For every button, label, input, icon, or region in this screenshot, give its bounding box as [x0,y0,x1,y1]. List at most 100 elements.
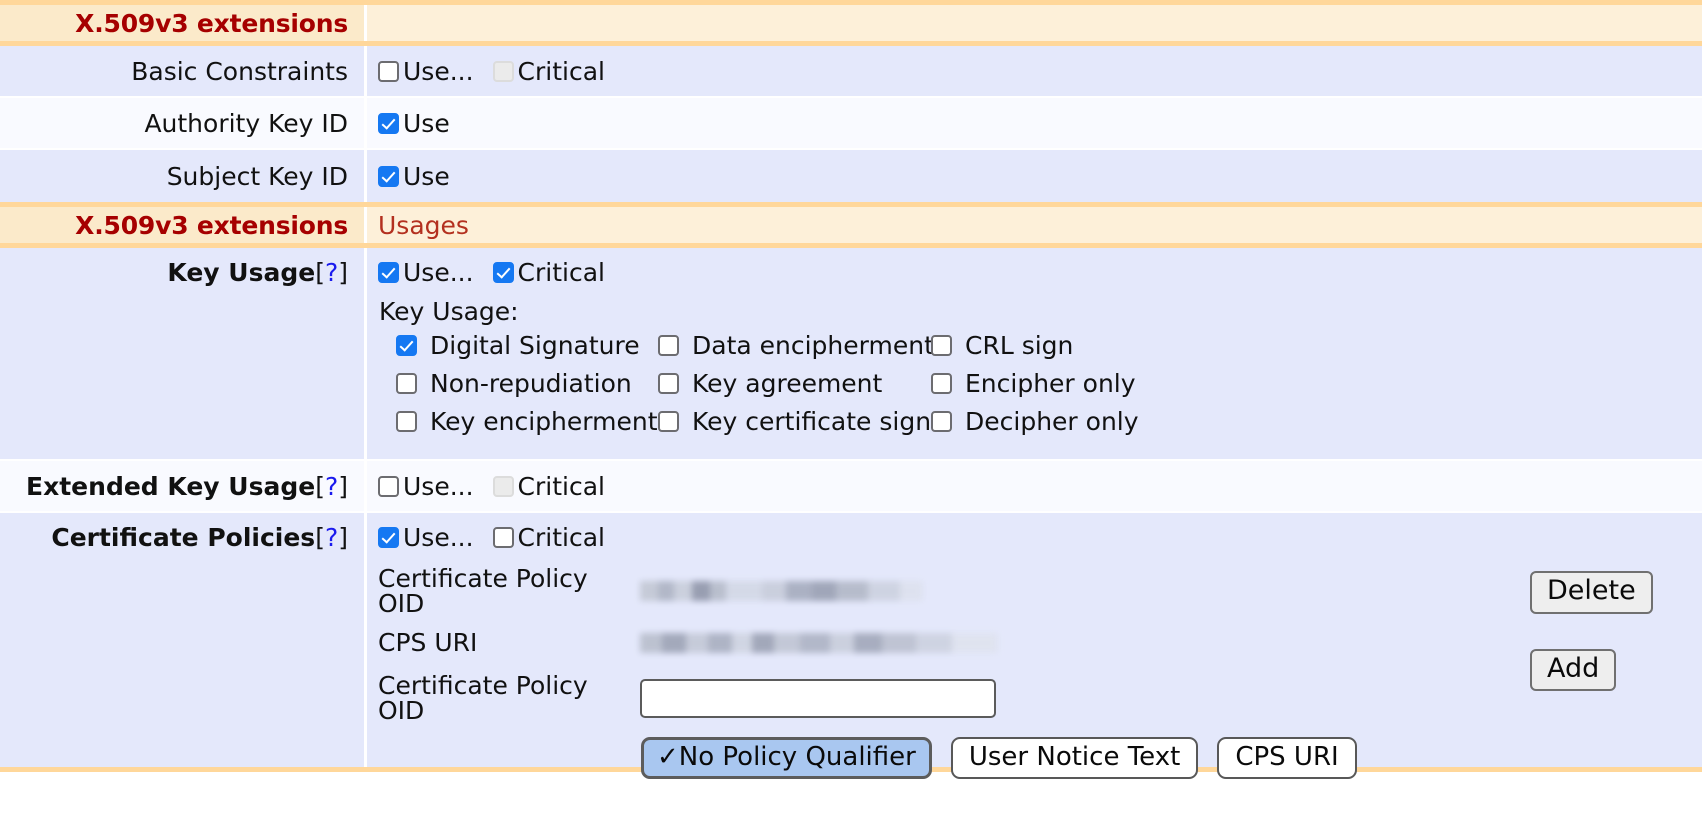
subject-key-id-use-label[interactable]: Use [403,164,450,189]
delete-policy-button[interactable]: Delete [1530,571,1653,614]
key-usage-option-key-agreement[interactable]: Key agreement [658,371,931,396]
key-usage-checkbox-key-certificate-sign[interactable] [658,411,679,432]
new-certificate-policy-oid-input[interactable] [640,679,996,718]
certificate-policies-value-cell: Use... Critical Certificate Policy OID C… [364,513,1702,767]
certificate-policies-critical-label[interactable]: Critical [518,525,605,550]
extended-key-usage-use-label[interactable]: Use... [403,474,474,499]
certificate-policy-entry: Certificate Policy OID [378,566,1694,616]
basic-constraints-use-label[interactable]: Use... [403,59,474,84]
key-usage-option-decipher-only[interactable]: Decipher only [931,409,1191,434]
no-policy-qualifier-button[interactable]: ✓No Policy Qualifier [641,737,932,779]
key-usage-help-link[interactable]: [?] [315,260,348,285]
key-usage-option-row: Non-repudiation Key agreement Encipher o… [396,371,1694,396]
certificate-policy-new-entry: Certificate Policy OID [378,673,1694,723]
key-usage-option-data-encipherment[interactable]: Data encipherment [658,333,931,358]
certificate-policies-critical-checkbox[interactable] [493,527,514,548]
section-header-label-1: X.509v3 extensions [0,5,364,41]
key-usage-checkbox-non-repudiation[interactable] [396,373,417,394]
key-usage-option-key-certificate-sign[interactable]: Key certificate sign [658,409,931,434]
extended-key-usage-checkbox-group: Use... Critical [378,474,1694,499]
extended-key-usage-help-link[interactable]: [?] [315,474,348,499]
extended-key-usage-critical-checkbox[interactable] [493,476,514,497]
basic-constraints-use-checkbox[interactable] [378,61,399,82]
authority-key-id-checkbox-group: Use [378,111,1694,136]
key-usage-label-decipher-only[interactable]: Decipher only [965,409,1139,434]
section-header-label-2: X.509v3 extensions [0,207,364,243]
add-policy-button[interactable]: Add [1530,649,1616,692]
key-usage-label-crl-sign[interactable]: CRL sign [965,333,1073,358]
cps-uri-value-redacted [640,633,998,653]
key-usage-label-data-encipherment[interactable]: Data encipherment [692,333,934,358]
user-notice-text-button[interactable]: User Notice Text [951,737,1198,779]
new-certificate-policy-oid-key: Certificate Policy OID [378,673,640,723]
basic-constraints-checkbox-group: Use... Critical [378,59,1694,84]
certificate-policies-help-bracket-close: ] [338,523,348,552]
key-usage-use-label[interactable]: Use... [403,260,474,285]
key-usage-group-title: Key Usage: [379,299,1694,324]
key-usage-checkbox-crl-sign[interactable] [931,335,952,356]
key-usage-label-cell: Key Usage[?] [0,248,364,459]
certificate-policies-use-checkbox[interactable] [378,527,399,548]
key-usage-label: Key Usage [167,260,315,285]
extended-key-usage-value-cell: Use... Critical [364,461,1702,511]
key-usage-checkbox-data-encipherment[interactable] [658,335,679,356]
row-certificate-policies: Certificate Policies[?] Use... Critical … [0,513,1702,772]
key-usage-label-key-agreement[interactable]: Key agreement [692,371,882,396]
certificate-policies-help-link[interactable]: [?] [315,525,348,550]
extended-key-usage-help-mark: ? [325,472,338,501]
certificate-policies-side-buttons: Delete Add [1530,513,1680,691]
key-usage-checkbox-digital-signature[interactable] [396,335,417,356]
certificate-policy-oid-key: Certificate Policy OID [378,566,640,616]
row-basic-constraints: Basic Constraints Use... Critical [0,46,1702,98]
certificate-policies-help-bracket-open: [ [315,523,325,552]
authority-key-id-use-label[interactable]: Use [403,111,450,136]
x509-extensions-form: X.509v3 extensions Basic Constraints Use… [0,0,1702,820]
key-usage-label-key-encipherment[interactable]: Key encipherment [430,409,658,434]
policy-qualifier-button-group: ✓No Policy Qualifier User Notice Text CP… [641,737,1694,779]
certificate-policies-label-cell: Certificate Policies[?] [0,513,364,767]
subject-key-id-use-checkbox[interactable] [378,166,399,187]
section-header-extensions-2: X.509v3 extensions Usages [0,202,1702,248]
section-header-value-2: Usages [364,207,1702,243]
key-usage-option-non-repudiation[interactable]: Non-repudiation [396,371,658,396]
section-title-2: X.509v3 extensions [75,213,348,238]
extended-key-usage-label-cell: Extended Key Usage[?] [0,461,364,511]
key-usage-use-checkbox[interactable] [378,262,399,283]
extended-key-usage-critical-label[interactable]: Critical [518,474,605,499]
key-usage-option-encipher-only[interactable]: Encipher only [931,371,1191,396]
key-usage-critical-label[interactable]: Critical [518,260,605,285]
certificate-policy-oid-value-redacted [640,581,923,601]
basic-constraints-critical-label[interactable]: Critical [518,59,605,84]
key-usage-critical-checkbox[interactable] [493,262,514,283]
key-usage-label-digital-signature[interactable]: Digital Signature [430,333,640,358]
key-usage-option-key-encipherment[interactable]: Key encipherment [396,409,658,434]
authority-key-id-label-cell: Authority Key ID [0,98,364,148]
certificate-policies-label: Certificate Policies [51,525,315,550]
key-usage-value-cell: Use... Critical Key Usage: Digital Signa… [364,248,1702,459]
key-usage-checkbox-encipher-only[interactable] [931,373,952,394]
key-usage-checkbox-key-encipherment[interactable] [396,411,417,432]
key-usage-option-row: Digital Signature Data encipherment CRL … [396,333,1694,358]
key-usage-option-digital-signature[interactable]: Digital Signature [396,333,658,358]
extended-key-usage-label: Extended Key Usage [26,474,315,499]
certificate-policies-help-mark: ? [325,523,338,552]
section-header-extensions-1: X.509v3 extensions [0,0,1702,46]
key-usage-label-encipher-only[interactable]: Encipher only [965,371,1136,396]
section-subtitle-2: Usages [378,213,1694,238]
certificate-policies-use-label[interactable]: Use... [403,525,474,550]
basic-constraints-critical-checkbox[interactable] [493,61,514,82]
extended-key-usage-help-bracket-close: ] [338,472,348,501]
extended-key-usage-use-checkbox[interactable] [378,476,399,497]
key-usage-option-crl-sign[interactable]: CRL sign [931,333,1191,358]
authority-key-id-label: Authority Key ID [144,111,348,136]
section-title-1: X.509v3 extensions [75,11,348,36]
certificate-policies-checkbox-group: Use... Critical [378,525,1694,550]
row-subject-key-id: Subject Key ID Use [0,150,1702,202]
cps-uri-button[interactable]: CPS URI [1217,737,1356,779]
key-usage-checkbox-key-agreement[interactable] [658,373,679,394]
key-usage-label-key-certificate-sign[interactable]: Key certificate sign [692,409,931,434]
key-usage-label-non-repudiation[interactable]: Non-repudiation [430,371,632,396]
key-usage-checkbox-decipher-only[interactable] [931,411,952,432]
key-usage-option-grid: Digital Signature Data encipherment CRL … [396,333,1694,434]
authority-key-id-use-checkbox[interactable] [378,113,399,134]
